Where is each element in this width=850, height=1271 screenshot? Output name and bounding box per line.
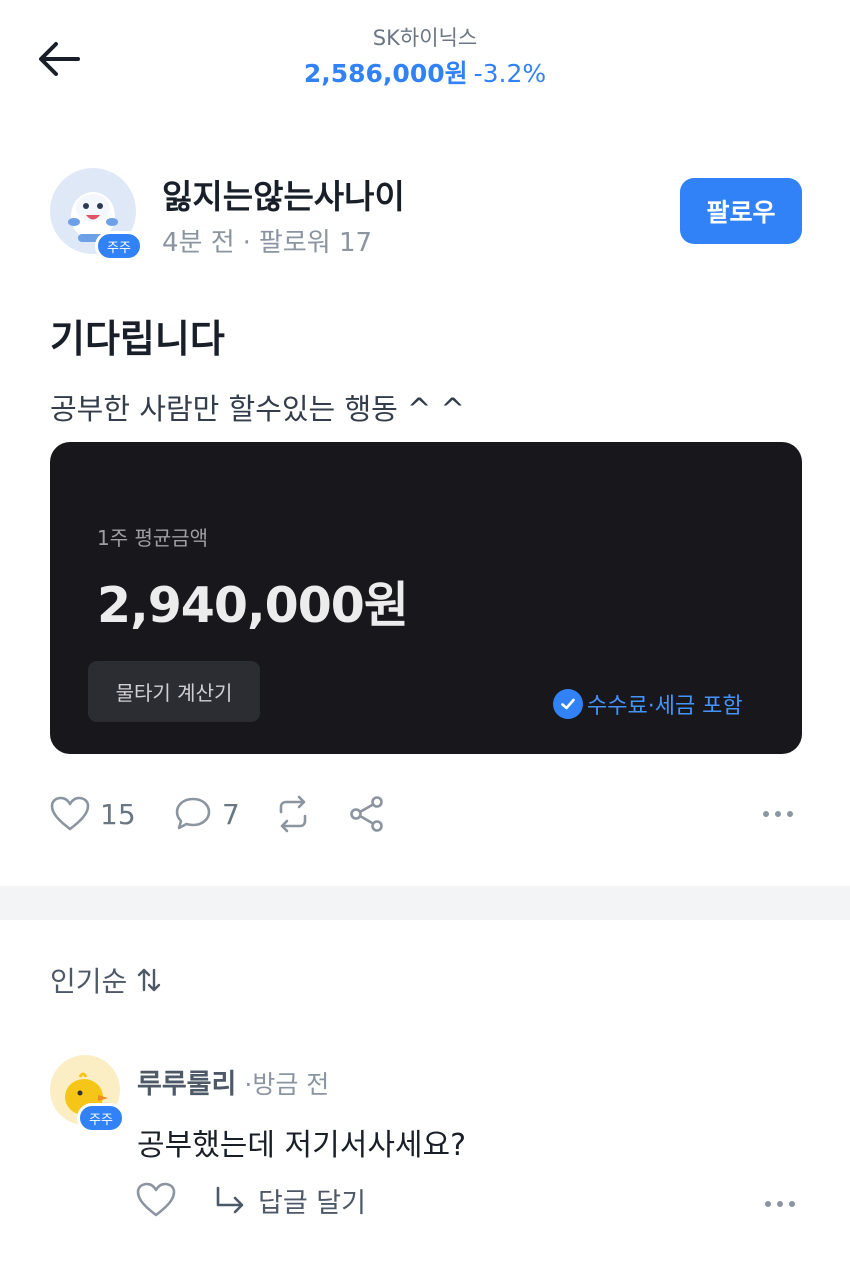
like-count: 15 bbox=[100, 797, 136, 831]
share-icon bbox=[350, 796, 383, 832]
follower-count: 팔로워 17 bbox=[258, 228, 373, 258]
top-bar: SK하이닉스 2,586,000원 -3.2% bbox=[0, 0, 850, 110]
comment-text: 공부했는데 저기서사세요? bbox=[137, 1128, 467, 1163]
post-more-button[interactable] bbox=[758, 786, 798, 842]
stock-price: 2,586,000원 bbox=[303, 59, 468, 88]
like-button[interactable]: 15 bbox=[50, 786, 136, 842]
meta-separator: · bbox=[242, 228, 251, 258]
more-icon bbox=[765, 1201, 795, 1207]
heart-icon bbox=[136, 1182, 176, 1217]
sort-label: 인기순 bbox=[50, 965, 128, 998]
fee-tax-note-text: 수수료·세금 포함 bbox=[587, 694, 743, 719]
post-time: 4분 전 bbox=[162, 228, 235, 258]
follow-button[interactable]: 팔로우 bbox=[680, 178, 802, 244]
comment-like-button[interactable] bbox=[134, 1178, 178, 1222]
heart-icon bbox=[50, 796, 90, 831]
shareholder-badge: 주주 bbox=[95, 231, 143, 261]
post-text: 공부한 사람만 할수있는 행동 ^ ^ bbox=[50, 392, 465, 426]
comment-author-line: 루루룰리 ·방금 전 bbox=[137, 1062, 329, 1101]
post-author-row: 주주 잃지는않는사나이 4분 전 · 팔로워 17 팔로우 bbox=[50, 168, 802, 268]
comment-author[interactable]: 루루룰리 bbox=[137, 1069, 236, 1100]
repost-button[interactable] bbox=[272, 786, 314, 842]
commenter-shareholder-badge: 주주 bbox=[77, 1103, 125, 1133]
repost-icon bbox=[279, 795, 307, 833]
post-title: 기다립니다 bbox=[50, 317, 225, 361]
sort-arrows-icon bbox=[138, 968, 161, 992]
more-icon bbox=[763, 811, 793, 817]
comment-button[interactable]: 7 bbox=[174, 786, 240, 842]
stock-change: -3.2% bbox=[473, 59, 547, 88]
reply-button[interactable]: 답글 달기 bbox=[214, 1178, 366, 1222]
sort-toggle[interactable]: 인기순 bbox=[50, 960, 163, 1000]
reply-arrow-icon bbox=[216, 1186, 244, 1214]
post-meta: 4분 전 · 팔로워 17 bbox=[162, 222, 372, 259]
author-name[interactable]: 잃지는않는사나이 bbox=[162, 170, 405, 218]
comment-icon bbox=[175, 797, 211, 830]
comment-more-button[interactable] bbox=[760, 1184, 800, 1224]
post-actions: 15 7 bbox=[50, 786, 802, 842]
average-price-card: 1주 평균금액 2,940,000원 물타기 계산기 수수료·세금 포함 bbox=[50, 442, 802, 754]
comment-time: ·방금 전 bbox=[244, 1070, 330, 1099]
reply-label: 답글 달기 bbox=[258, 1187, 366, 1219]
comment-count: 7 bbox=[222, 797, 240, 831]
share-button[interactable] bbox=[348, 786, 386, 842]
average-price-amount: 2,940,000원 bbox=[97, 577, 409, 634]
section-divider bbox=[0, 886, 850, 920]
averaging-calculator-button[interactable]: 물타기 계산기 bbox=[88, 661, 260, 722]
stock-name: SK하이닉스 bbox=[372, 26, 478, 50]
fee-tax-note: 수수료·세금 포함 bbox=[553, 688, 743, 720]
check-icon bbox=[553, 689, 583, 719]
stock-price-line: 2,586,000원 -3.2% bbox=[0, 54, 850, 90]
average-price-label: 1주 평균금액 bbox=[97, 526, 209, 550]
